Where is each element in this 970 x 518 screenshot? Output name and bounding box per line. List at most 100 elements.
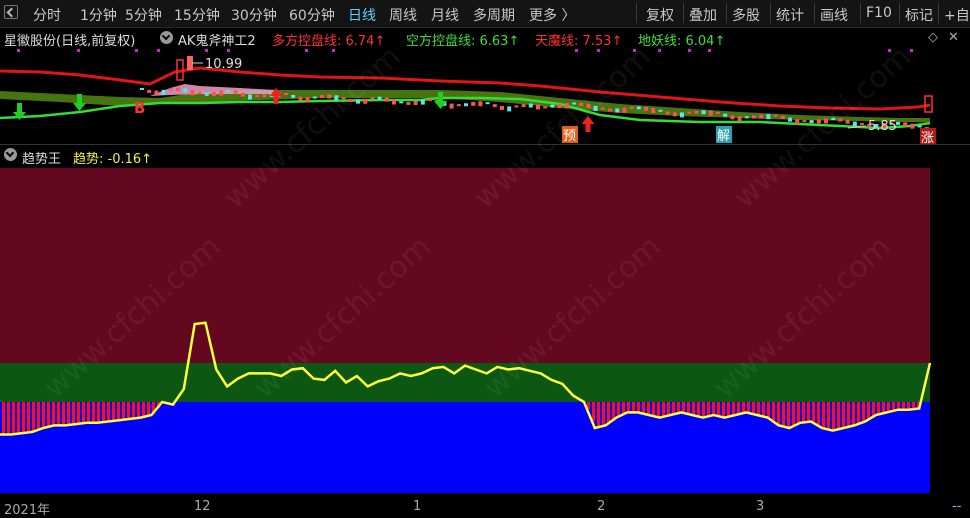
candle (183, 88, 188, 93)
indicator-menu-icon[interactable] (160, 31, 173, 44)
candle (708, 110, 713, 116)
candle (312, 96, 317, 99)
dfk-line-value: 多方控盘线: 6.74↑ (272, 34, 386, 49)
candle (730, 115, 735, 120)
red-tick-bar (732, 402, 735, 416)
collapse-icon[interactable] (4, 5, 18, 19)
red-tick-bar (122, 402, 125, 420)
candle (723, 113, 728, 117)
signal-dot (205, 49, 208, 52)
period-tab-4[interactable]: 30分钟 (231, 5, 277, 25)
candle (464, 103, 468, 107)
period-tab-5[interactable]: 60分钟 (289, 5, 335, 25)
indicator-title[interactable]: 趋势王 (22, 148, 61, 167)
candle (377, 96, 382, 100)
period-tab-2[interactable]: 5分钟 (125, 5, 162, 25)
red-tick-bar (52, 402, 55, 426)
red-tick-bar (627, 402, 630, 413)
red-tick-bar (712, 402, 715, 416)
candle (752, 115, 756, 119)
red-tick-bar (842, 402, 845, 429)
tool-button-3[interactable]: 统计 (776, 5, 804, 25)
candle (428, 98, 432, 101)
red-tick-bar (802, 402, 805, 423)
candle (917, 125, 922, 128)
candle (658, 109, 663, 112)
red-tick-bar (857, 402, 860, 425)
candle (600, 107, 605, 110)
candle (910, 123, 915, 129)
tool-button-4[interactable]: 画线 (820, 5, 848, 25)
signal-dot (17, 49, 20, 52)
candle (197, 92, 202, 95)
candle (284, 92, 288, 95)
red-tick-bar (792, 402, 795, 427)
period-tab-1[interactable]: 1分钟 (80, 5, 117, 25)
axis-label-dec: 12 (194, 499, 211, 514)
candle (550, 104, 555, 108)
trend-value: 趋势: -0.16↑ (73, 152, 153, 167)
red-tick-bar (832, 402, 835, 431)
red-tick-bar (47, 402, 50, 428)
tool-button-7[interactable]: +自 (944, 5, 970, 25)
candle (255, 95, 260, 98)
candle (320, 95, 324, 99)
candle (716, 111, 720, 114)
candle (413, 101, 418, 106)
candle (140, 88, 144, 90)
red-tick-bar (837, 402, 840, 430)
period-tab-8[interactable]: 月线 (431, 5, 459, 25)
red-tick-bar (147, 402, 150, 417)
candle (528, 103, 533, 108)
candle (356, 99, 360, 104)
period-tab-9[interactable]: 多周期 (473, 5, 515, 25)
red-tick-bar (62, 402, 65, 426)
red-tick-bar (102, 402, 105, 423)
candle (233, 90, 238, 94)
buy-mark: B (134, 99, 145, 117)
candle (492, 104, 497, 108)
candle (176, 87, 180, 91)
close-icon[interactable]: ✕ (948, 30, 959, 45)
candle (406, 101, 411, 105)
period-tab-6[interactable]: 日线 (348, 5, 376, 25)
red-tick-bar (12, 402, 15, 435)
tool-button-0[interactable]: 复权 (646, 5, 674, 25)
signal-dot (658, 49, 661, 52)
period-tab-3[interactable]: 15分钟 (174, 5, 220, 25)
candle (838, 118, 843, 122)
candle (759, 114, 764, 119)
red-tick-bar (57, 402, 60, 426)
period-tab-7[interactable]: 周线 (389, 5, 417, 25)
tool-button-1[interactable]: 叠加 (689, 5, 717, 25)
red-tick-bar (7, 402, 10, 435)
candle (449, 103, 454, 109)
candle (471, 101, 476, 106)
red-tick-bar (662, 402, 665, 418)
red-tick-bar (127, 402, 130, 420)
red-tick-bar (862, 402, 865, 423)
period-tab-0[interactable]: 分时 (33, 5, 61, 25)
indicator-name[interactable]: AK鬼斧神工2 (178, 30, 256, 49)
candle (586, 104, 591, 109)
tool-button-2[interactable]: 多股 (732, 5, 760, 25)
indicator-menu-icon[interactable] (4, 148, 17, 161)
diamond-icon[interactable]: ◇ (928, 30, 938, 45)
red-tick-bar (727, 402, 730, 418)
signal-dot (135, 49, 138, 52)
period-tab-10[interactable]: 更多 〉 (529, 5, 575, 25)
candle (399, 101, 404, 104)
candle (240, 92, 245, 97)
candle (485, 102, 490, 105)
red-tick-bar (692, 402, 695, 415)
red-tick-bar (667, 402, 670, 416)
red-tick-bar (597, 402, 600, 428)
red-tick-bar (77, 402, 80, 424)
candle (644, 106, 648, 111)
tool-button-6[interactable]: 标记 (905, 5, 933, 25)
red-tick-bar (767, 402, 770, 418)
jie-mark: 解 (717, 129, 730, 144)
candle (456, 104, 461, 107)
tool-button-5[interactable]: F10 (866, 5, 892, 21)
candle (824, 118, 828, 124)
